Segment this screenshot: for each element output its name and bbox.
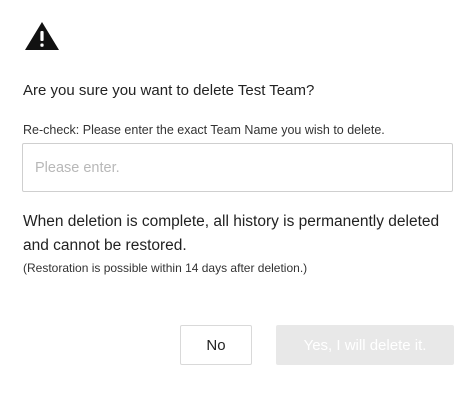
team-name-input[interactable] [22,143,453,192]
confirm-delete-button[interactable]: Yes, I will delete it. [276,325,454,365]
warning-triangle-icon [24,21,60,51]
restoration-note: (Restoration is possible within 14 days … [23,261,308,275]
no-button[interactable]: No [180,325,252,365]
delete-confirmation-question: Are you sure you want to delete Test Tea… [23,82,315,99]
recheck-instruction: Re-check: Please enter the exact Team Na… [23,123,385,137]
permanent-deletion-warning: When deletion is complete, all history i… [23,213,440,254]
delete-team-dialog: Are you sure you want to delete Test Tea… [0,0,475,404]
